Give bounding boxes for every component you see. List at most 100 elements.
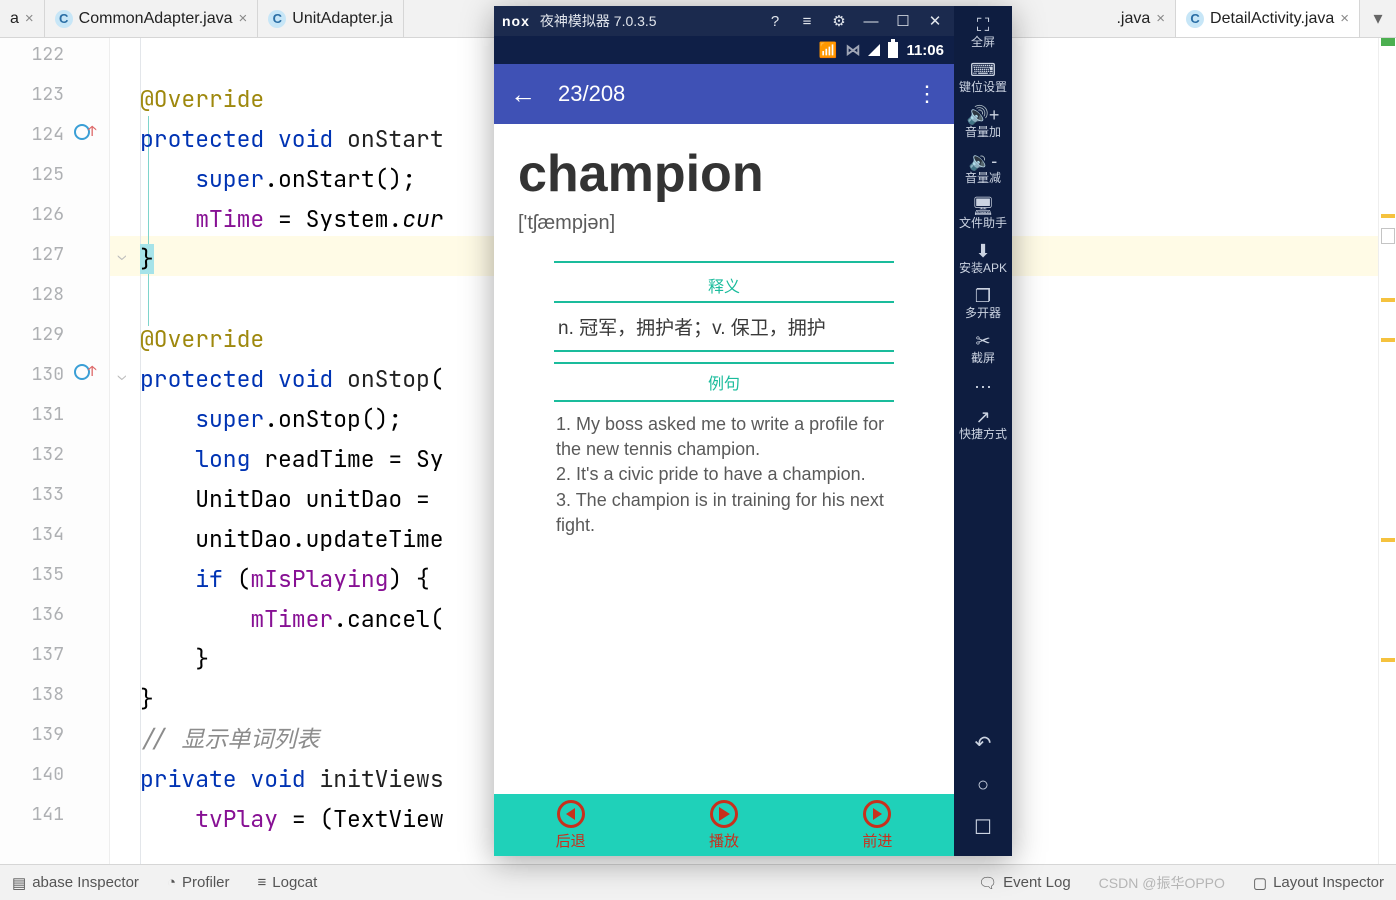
tab-unit-adapter[interactable]: C UnitAdapter.ja bbox=[258, 0, 404, 37]
database-icon: ▤ bbox=[12, 874, 26, 892]
line-number: 124 bbox=[0, 120, 64, 151]
line-number: 122 bbox=[0, 40, 64, 71]
logcat-icon: ≡ bbox=[258, 874, 267, 891]
definition-heading: 释义 bbox=[554, 269, 894, 303]
examples-heading: 例句 bbox=[554, 362, 894, 402]
nox-titlebar[interactable]: nox 夜神模拟器 7.0.3.5 ? ≡ ⚙ — ☐ ✕ bbox=[494, 6, 954, 36]
word-detail: champion ['tʃæmpjən] 释义 n. 冠军，拥护者；v. 保卫，… bbox=[494, 124, 954, 794]
play-button[interactable]: 播放 bbox=[647, 794, 800, 856]
wifi-icon: 📶 bbox=[819, 41, 838, 59]
nox-nav-home-icon[interactable]: ○ bbox=[977, 774, 989, 797]
battery-icon bbox=[888, 42, 898, 58]
close-icon[interactable]: × bbox=[25, 10, 34, 27]
fold-toggle-icon[interactable]: ⌄ bbox=[112, 244, 132, 268]
line-number: 136 bbox=[0, 600, 64, 631]
nox-side-icon: ❐ bbox=[975, 287, 991, 305]
tab-detail-activity[interactable]: C DetailActivity.java × bbox=[1176, 0, 1360, 37]
definition-section: 释义 n. 冠军，拥护者；v. 保卫，拥护 bbox=[554, 261, 894, 352]
nox-side-item[interactable]: 🔉-音量减 bbox=[959, 146, 1007, 191]
nox-nav-recent-icon[interactable]: ☐ bbox=[974, 815, 992, 840]
watermark: CSDN @振华OPPO bbox=[1099, 873, 1225, 893]
nox-side-label: 快捷方式 bbox=[959, 428, 1007, 441]
nox-nav-back-icon[interactable]: ↶ bbox=[975, 731, 992, 756]
nox-settings-icon[interactable]: ⚙ bbox=[828, 12, 850, 30]
layout-icon: ▢ bbox=[1253, 874, 1267, 892]
nox-side-icon: 🔉- bbox=[969, 152, 997, 170]
signal-icon bbox=[868, 44, 880, 56]
nox-side-label: 文件助手 bbox=[959, 217, 1007, 230]
stripe-marker[interactable] bbox=[1381, 338, 1395, 342]
nox-side-icon: ✂ bbox=[975, 332, 990, 350]
nox-side-item[interactable]: ⋯ bbox=[959, 372, 1007, 402]
tab-overflow-button[interactable]: ▾ bbox=[1360, 0, 1396, 37]
tool-profiler[interactable]: ◔ Profiler bbox=[167, 874, 230, 891]
nox-side-item[interactable]: ⬇安装APK bbox=[959, 236, 1007, 281]
tab-label: UnitAdapter.ja bbox=[292, 10, 393, 28]
close-icon[interactable]: × bbox=[1156, 10, 1165, 27]
line-number: 139 bbox=[0, 720, 64, 751]
stripe-marker[interactable] bbox=[1381, 658, 1395, 662]
tab-label: a bbox=[10, 10, 19, 28]
nox-minimize-icon[interactable]: — bbox=[860, 13, 882, 30]
nox-nav-buttons: ↶ ○ ☐ bbox=[954, 715, 1012, 856]
fold-toggle-icon[interactable]: ⌄ bbox=[112, 364, 132, 388]
tool-logcat[interactable]: ≡ Logcat bbox=[258, 874, 318, 891]
word-title: champion bbox=[518, 144, 930, 204]
line-number: 130 bbox=[0, 360, 64, 391]
stripe-marker[interactable] bbox=[1381, 538, 1395, 542]
examples-text: 1. My boss asked me to write a profile f… bbox=[554, 402, 894, 548]
line-number: 126 bbox=[0, 200, 64, 231]
nox-help-icon[interactable]: ? bbox=[764, 13, 786, 30]
error-stripe[interactable] bbox=[1378, 38, 1396, 864]
next-button[interactable]: 前进 bbox=[801, 794, 954, 856]
nox-side-item[interactable]: ⌨键位设置 bbox=[959, 55, 1007, 100]
examples-section: 例句 1. My boss asked me to write a profil… bbox=[554, 362, 894, 548]
nox-side-item[interactable]: ❐ 多开器 bbox=[959, 281, 1007, 326]
line-number: 138 bbox=[0, 680, 64, 711]
close-icon[interactable]: × bbox=[239, 10, 248, 27]
tab-cut-left[interactable]: a × bbox=[0, 0, 45, 37]
overflow-menu-icon[interactable]: ⋮ bbox=[916, 81, 938, 107]
override-gutter-icon[interactable] bbox=[74, 124, 92, 142]
nox-side-icon: ⌨ bbox=[970, 61, 996, 79]
next-icon bbox=[863, 800, 891, 828]
tab-label: CommonAdapter.java bbox=[79, 10, 233, 28]
word-counter: 23/208 bbox=[558, 81, 894, 107]
nox-side-icon: ⛶ bbox=[977, 16, 990, 34]
close-icon[interactable]: × bbox=[1340, 10, 1349, 27]
stripe-marker[interactable] bbox=[1381, 214, 1395, 218]
back-icon[interactable]: ← bbox=[510, 79, 536, 110]
nox-side-label: 音量加 bbox=[965, 126, 1001, 139]
bluetooth-icon: ⋈ bbox=[845, 41, 860, 59]
override-gutter-icon[interactable] bbox=[74, 364, 92, 382]
nox-side-item[interactable]: 🔊+音量加 bbox=[959, 100, 1007, 145]
word-phonetic: ['tʃæmpjən] bbox=[518, 212, 930, 235]
line-number: 127 bbox=[0, 240, 64, 271]
tab-common-adapter[interactable]: C CommonAdapter.java × bbox=[45, 0, 259, 37]
nox-side-item[interactable]: ↗快捷方式 bbox=[959, 402, 1007, 447]
stripe-status-icon bbox=[1381, 38, 1395, 46]
nox-maximize-icon[interactable]: ☐ bbox=[892, 12, 914, 30]
nox-side-label: 多开器 bbox=[965, 307, 1001, 320]
tool-event-log[interactable]: 🗨 Event Log bbox=[978, 874, 1071, 892]
tool-database-inspector[interactable]: ▤ abase Inspector bbox=[12, 874, 139, 892]
nox-menu-icon[interactable]: ≡ bbox=[796, 13, 818, 30]
nox-logo: nox bbox=[502, 13, 530, 29]
tab-cut-right[interactable]: .java × bbox=[1106, 0, 1176, 37]
nox-close-icon[interactable]: ✕ bbox=[924, 12, 946, 30]
stripe-viewport bbox=[1381, 228, 1395, 244]
line-number: 132 bbox=[0, 440, 64, 471]
tool-layout-inspector[interactable]: ▢ Layout Inspector bbox=[1253, 874, 1384, 892]
tab-label: DetailActivity.java bbox=[1210, 10, 1334, 28]
profiler-icon: ◔ bbox=[167, 874, 176, 891]
prev-icon bbox=[557, 800, 585, 828]
nox-side-item[interactable]: ✂截屏 bbox=[959, 326, 1007, 371]
line-number: 133 bbox=[0, 480, 64, 511]
line-number: 123 bbox=[0, 80, 64, 111]
nox-side-item[interactable]: 🖥 文件助手 bbox=[959, 191, 1007, 236]
nox-side-icon: 🖥 bbox=[972, 197, 995, 215]
prev-button[interactable]: 后退 bbox=[494, 794, 647, 856]
nox-side-item[interactable]: ⛶全屏 bbox=[959, 10, 1007, 55]
editor-gutter: 122123124125126127⌄128129130⌄13113213313… bbox=[0, 38, 110, 864]
stripe-marker[interactable] bbox=[1381, 298, 1395, 302]
